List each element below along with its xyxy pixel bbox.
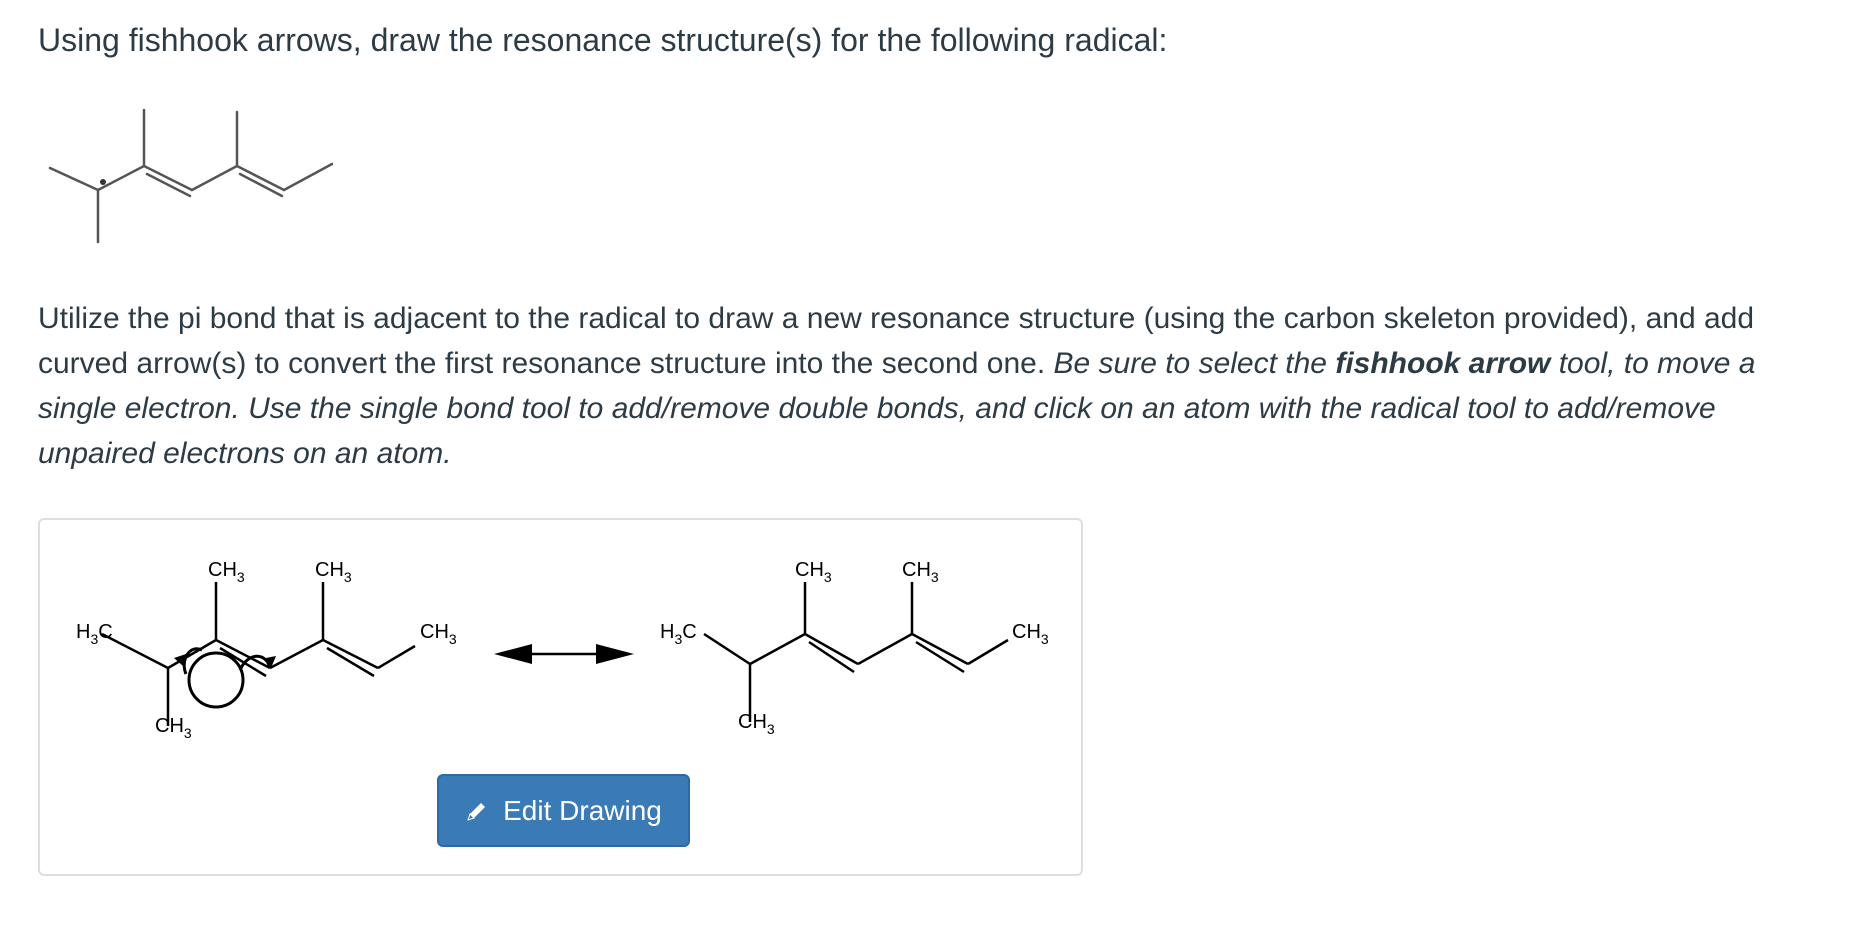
radical-dot <box>100 179 106 185</box>
instructions-part2: Be sure to select the <box>1053 347 1336 380</box>
right-resonance-structure: CH3 CH3 H3C CH3 CH3 <box>660 559 1049 737</box>
fishhook-arrows <box>182 647 272 709</box>
bond-1 <box>48 166 100 192</box>
bond-6 <box>282 162 334 192</box>
bond-5 <box>235 164 286 192</box>
resonance-drawing: CH3 CH3 H3C CH3 CH3 CH3 CH3 H3C CH3 CH3 <box>76 559 1049 741</box>
instructions-text: Utilize the pi bond that is adjacent to … <box>38 296 1838 476</box>
right-ch3-top-2: CH3 <box>902 559 939 585</box>
left-ch3-bottom: CH3 <box>155 715 192 741</box>
right-ch3-bottom: CH3 <box>738 711 775 737</box>
resonance-arrow <box>494 644 634 664</box>
bond-2 <box>96 164 146 192</box>
radical-skeletal-structure <box>48 108 334 244</box>
edit-drawing-label: Edit Drawing <box>503 794 662 826</box>
left-ch3-right: CH3 <box>420 621 457 647</box>
left-h3c: H3C <box>76 621 113 647</box>
right-h3c: H3C <box>660 621 697 647</box>
right-ch3-top-1: CH3 <box>795 559 832 585</box>
question-prompt: Using fishhook arrows, draw the resonanc… <box>38 22 1168 58</box>
instructions-emphasis: fishhook arrow <box>1335 347 1551 380</box>
edit-drawing-button[interactable]: Edit Drawing <box>437 774 690 847</box>
pencil-icon <box>467 802 486 821</box>
left-ch3-top-2: CH3 <box>315 559 352 585</box>
left-resonance-structure: CH3 CH3 H3C CH3 CH3 <box>76 559 457 741</box>
drawing-panel: CH3 CH3 H3C CH3 CH3 CH3 CH3 H3C CH3 CH3 … <box>38 518 1083 876</box>
bond-3 <box>142 164 194 192</box>
right-ch3-right: CH3 <box>1012 621 1049 647</box>
left-ch3-top-1: CH3 <box>208 559 245 585</box>
bond-4 <box>190 164 239 192</box>
